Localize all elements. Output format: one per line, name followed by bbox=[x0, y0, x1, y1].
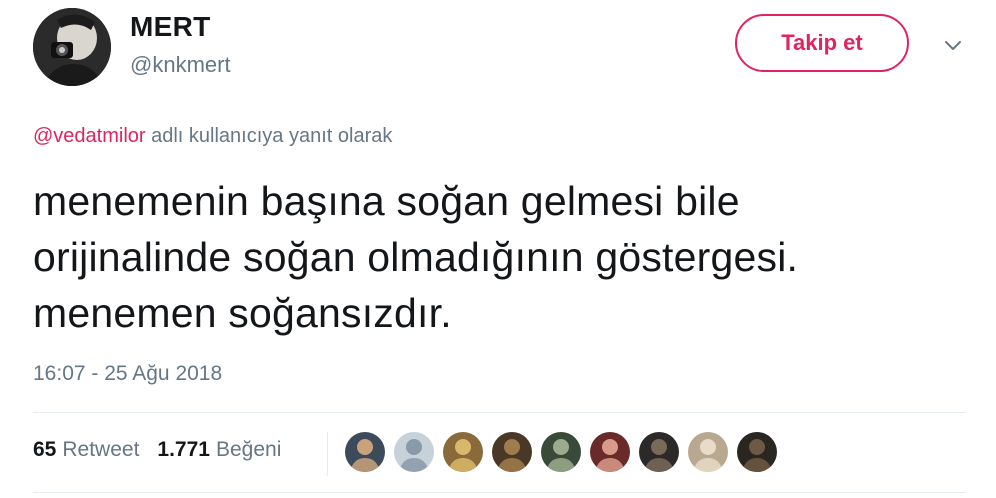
liker-avatar[interactable] bbox=[492, 432, 532, 472]
reply-context: @vedatmilor adlı kullanıcıya yanıt olara… bbox=[33, 125, 392, 148]
reply-context-text: adlı kullanıcıya yanıt olarak bbox=[145, 125, 393, 147]
liker-avatar[interactable] bbox=[590, 432, 630, 472]
divider bbox=[33, 492, 966, 493]
tweet-text-line: menemenin başına soğan gelmesi bile bbox=[33, 178, 740, 224]
like-count[interactable]: 1.771 bbox=[157, 438, 210, 462]
chevron-down-icon[interactable] bbox=[940, 33, 966, 57]
tweet-stats: 65 Retweet 1.771 Beğeni bbox=[33, 438, 299, 462]
user-handle[interactable]: @knkmert bbox=[130, 52, 231, 78]
reply-mention-link[interactable]: @vedatmilor bbox=[33, 125, 146, 147]
liker-avatar[interactable] bbox=[688, 432, 728, 472]
tweet-text-line: menemen soğansızdır. bbox=[33, 290, 452, 336]
liker-avatar[interactable] bbox=[443, 432, 483, 472]
liker-avatar[interactable] bbox=[639, 432, 679, 472]
liker-avatars bbox=[345, 432, 786, 472]
tweet-text: menemenin başına soğan gelmesi bile orij… bbox=[33, 173, 963, 341]
liker-avatar[interactable] bbox=[737, 432, 777, 472]
divider bbox=[33, 412, 966, 413]
retweet-label[interactable]: Retweet bbox=[62, 438, 139, 462]
liker-avatar[interactable] bbox=[541, 432, 581, 472]
avatar-image bbox=[33, 8, 111, 86]
stats-divider bbox=[327, 432, 328, 476]
follow-button[interactable]: Takip et bbox=[735, 14, 909, 72]
liker-avatar[interactable] bbox=[345, 432, 385, 472]
tweet-timestamp[interactable]: 16:07 - 25 Ağu 2018 bbox=[33, 362, 222, 386]
display-name[interactable]: MERT bbox=[130, 11, 211, 43]
tweet-text-line: orijinalinde soğan olmadığının gösterges… bbox=[33, 234, 799, 280]
liker-avatar[interactable] bbox=[394, 432, 434, 472]
retweet-count[interactable]: 65 bbox=[33, 438, 56, 462]
like-label[interactable]: Beğeni bbox=[216, 438, 281, 462]
avatar[interactable] bbox=[33, 8, 111, 86]
